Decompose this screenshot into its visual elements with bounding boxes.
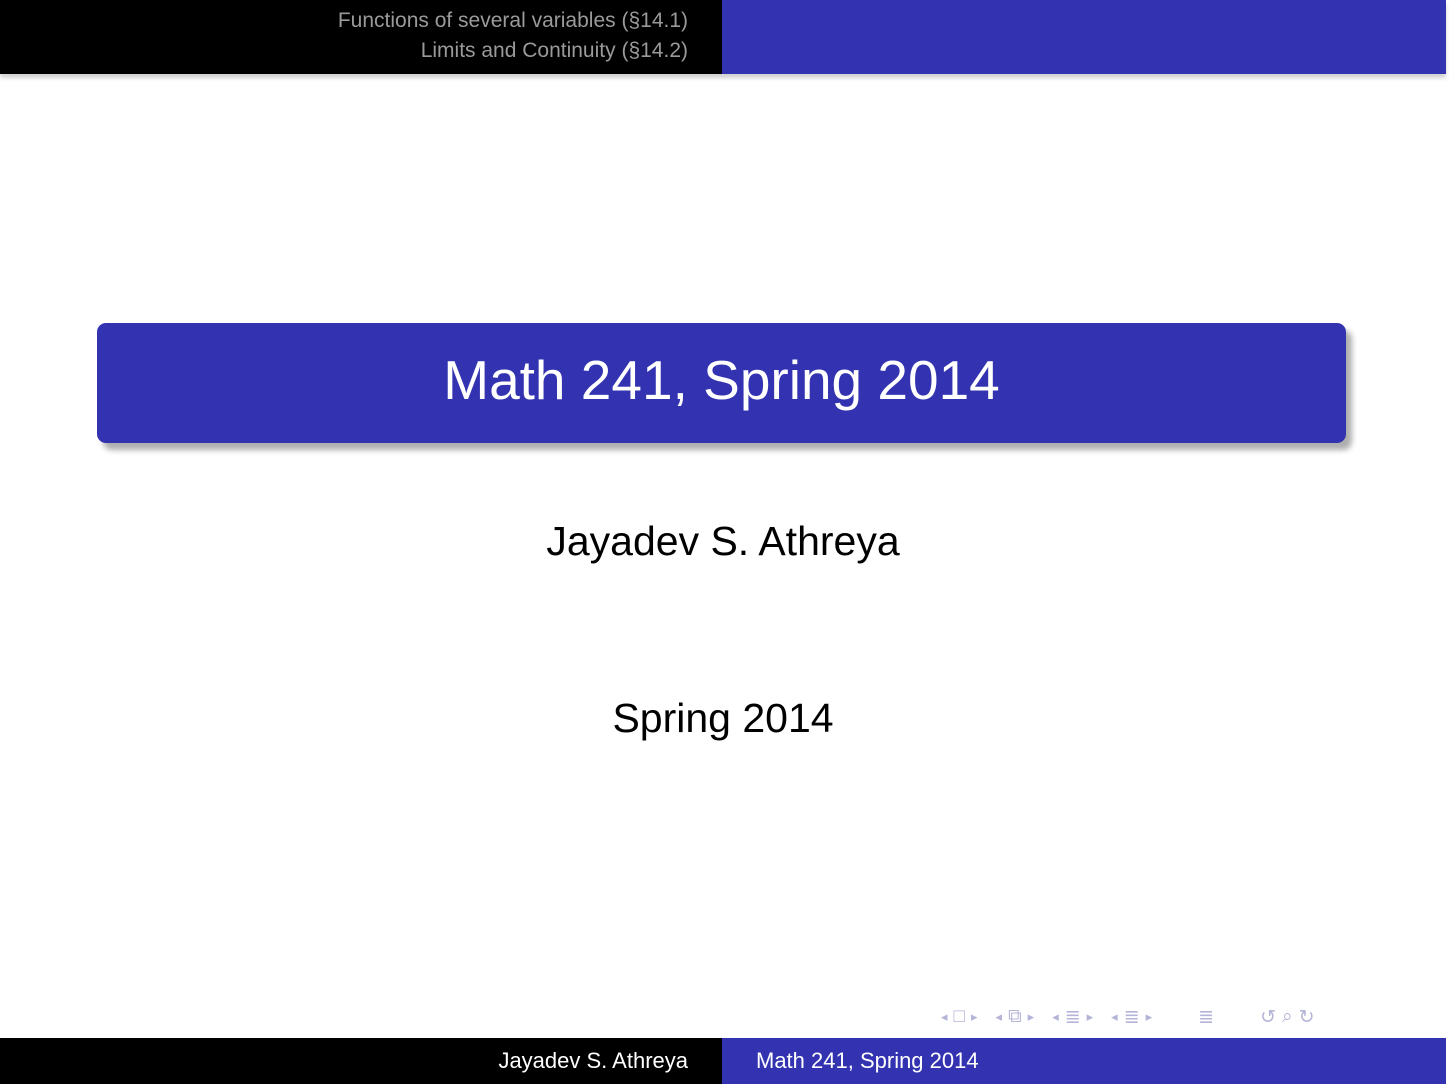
presentation-next-arrow-icon[interactable]: ▸: [1146, 1009, 1153, 1025]
forward-icon[interactable]: ↻: [1299, 1006, 1315, 1029]
header-subsection-area: [722, 0, 1446, 74]
author-name: Jayadev S. Athreya: [546, 518, 900, 564]
header-sections: Functions of several variables (§14.1) L…: [0, 0, 722, 74]
title-box: Math 241, Spring 2014: [97, 323, 1346, 443]
subsection-prev-arrow-icon[interactable]: ◂: [996, 1009, 1003, 1025]
section-next-arrow-icon[interactable]: ▸: [1087, 1009, 1094, 1025]
subsection-icon[interactable]: ⧉: [1008, 1006, 1022, 1028]
frame-nav-group: ◂ □ ▸: [938, 1006, 981, 1028]
appendix-nav-group: ≣: [1195, 1006, 1217, 1029]
presentation-nav-group: ◂ ≣ ▸: [1108, 1006, 1155, 1029]
slide-title: Math 241, Spring 2014: [443, 349, 1000, 411]
navigation-symbols: ◂ □ ▸ ◂ ⧉ ▸ ◂ ≣ ▸ ◂ ≣ ▸ ≣ ↺ ⌕ ↻: [938, 1005, 1330, 1029]
frame-prev-arrow-icon[interactable]: ◂: [941, 1009, 948, 1025]
presentation-date: Spring 2014: [612, 695, 834, 741]
section-icon[interactable]: ≣: [1065, 1006, 1081, 1029]
search-icon[interactable]: ⌕: [1282, 1006, 1293, 1028]
header-section-link[interactable]: Functions of several variables (§14.1): [338, 6, 688, 36]
section-prev-arrow-icon[interactable]: ◂: [1052, 1009, 1059, 1025]
header-bar: Functions of several variables (§14.1) L…: [0, 0, 1446, 74]
subsection-nav-group: ◂ ⧉ ▸: [993, 1006, 1038, 1028]
frame-icon[interactable]: □: [954, 1006, 965, 1028]
back-icon[interactable]: ↺: [1260, 1006, 1276, 1029]
footer-bar: Jayadev S. Athreya Math 241, Spring 2014: [0, 1038, 1446, 1084]
presentation-prev-arrow-icon[interactable]: ◂: [1111, 1009, 1118, 1025]
footer-title: Math 241, Spring 2014: [722, 1038, 1446, 1084]
appendix-icon[interactable]: ≣: [1198, 1006, 1214, 1029]
section-nav-group: ◂ ≣ ▸: [1049, 1006, 1096, 1029]
presentation-icon[interactable]: ≣: [1124, 1006, 1140, 1029]
frame-next-arrow-icon[interactable]: ▸: [971, 1009, 978, 1025]
search-nav-group: ↺ ⌕ ↻: [1257, 1006, 1317, 1029]
footer-author: Jayadev S. Athreya: [0, 1038, 722, 1084]
subsection-next-arrow-icon[interactable]: ▸: [1028, 1009, 1035, 1025]
slide: Functions of several variables (§14.1) L…: [0, 0, 1446, 1084]
header-section-link[interactable]: Limits and Continuity (§14.2): [421, 36, 688, 66]
